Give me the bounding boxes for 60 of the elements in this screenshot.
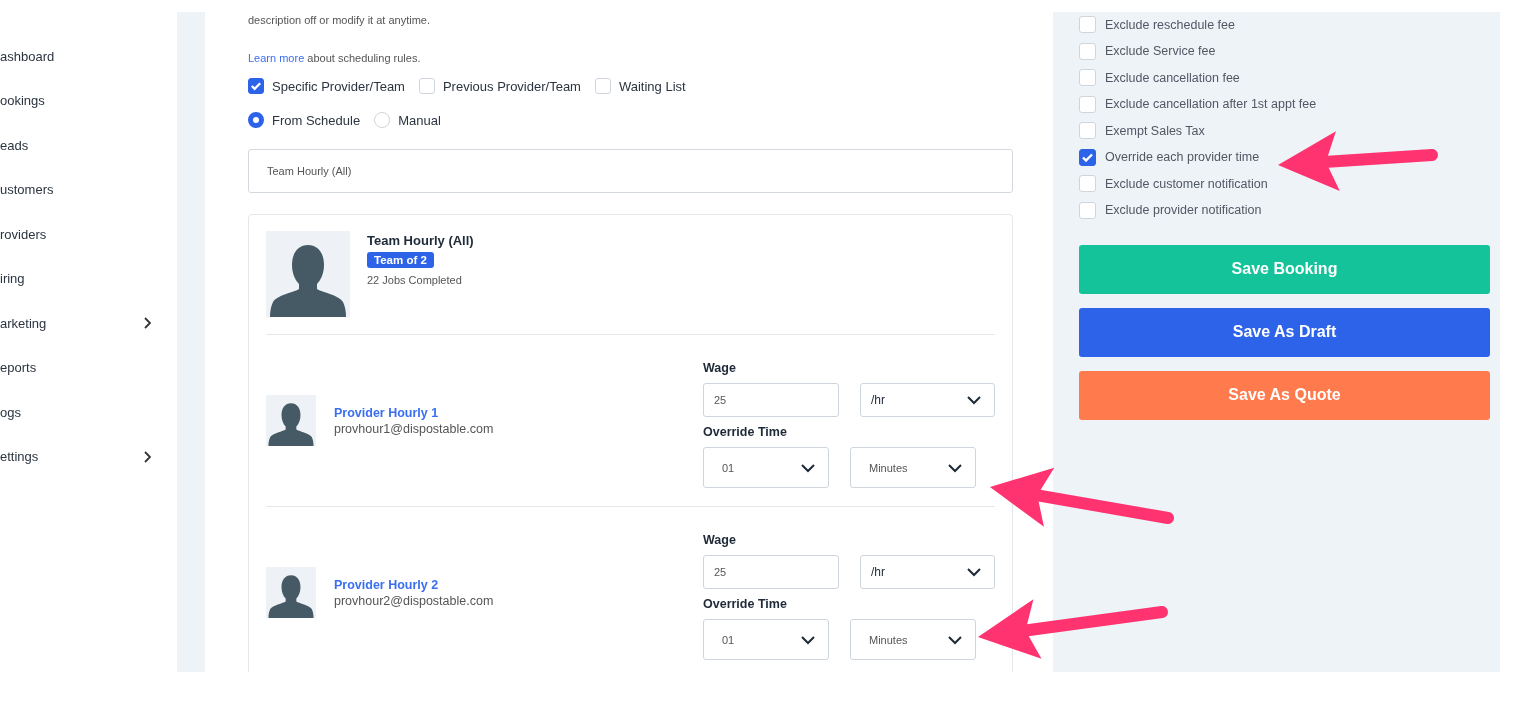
override-time-label: Override Time <box>703 597 788 611</box>
chevron-down-icon <box>800 462 816 473</box>
learn-more-text: about scheduling rules. <box>307 52 421 64</box>
time-unit-dropdown[interactable]: Minutes <box>850 619 976 660</box>
checkbox-label: Exclude Service fee <box>1105 44 1216 58</box>
checkbox-label: Exclude cancellation after 1st appt fee <box>1105 97 1317 111</box>
chevron-down-icon <box>966 395 982 405</box>
nav-item[interactable]: ashboard <box>0 34 177 79</box>
override-time-label: Override Time <box>703 425 788 439</box>
wage-unit-dropdown[interactable]: /hr <box>860 555 995 589</box>
wage-label: Wage <box>703 361 737 375</box>
time-dropdown[interactable]: 01 <box>703 619 829 660</box>
checkbox-label: Exclude customer notification <box>1105 176 1268 191</box>
chevron-down-icon <box>800 634 816 645</box>
action-button[interactable]: Save As Draft <box>1079 307 1490 357</box>
chevron-down-icon <box>947 462 963 473</box>
checkbox-label: Exclude cancellation fee <box>1105 70 1240 85</box>
provider-name-link[interactable]: Provider Hourly 1 <box>334 405 494 420</box>
chevron-right-icon[interactable] <box>143 450 151 463</box>
time-dropdown[interactable]: 01 <box>703 447 829 488</box>
wage-label: Wage <box>703 533 737 547</box>
checkbox-label: Exempt Sales Tax <box>1105 123 1205 138</box>
checkbox[interactable] <box>1079 148 1096 166</box>
wage-unit-dropdown[interactable]: /hr <box>860 383 995 417</box>
avatar-placeholder <box>266 395 316 446</box>
nav-item[interactable]: eads <box>0 123 177 168</box>
description-text: description off or modify it at anytime. <box>248 14 431 26</box>
radio-label: Manual <box>398 112 441 128</box>
nav-item[interactable]: roviders <box>0 212 177 257</box>
chevron-down-icon <box>966 567 982 577</box>
nav-item[interactable]: arketing <box>0 301 177 346</box>
nav-item[interactable]: ogs <box>0 390 177 435</box>
provider-name-link[interactable]: Provider Hourly 2 <box>334 577 494 592</box>
nav-item[interactable]: ettings <box>0 434 177 479</box>
nav-item[interactable]: ookings <box>0 78 177 123</box>
team-badge: Team of 2 <box>367 252 434 268</box>
radio-label: From Schedule <box>272 112 361 128</box>
wage-input[interactable]: 25 <box>703 555 839 589</box>
checkbox[interactable] <box>248 78 264 94</box>
nav-item[interactable]: iring <box>0 256 177 301</box>
chevron-right-icon[interactable] <box>143 317 151 330</box>
provider-email: provhour1@dispostable.com <box>334 421 494 436</box>
team-name: Team Hourly (All) <box>367 233 474 248</box>
nav-item[interactable]: ustomers <box>0 167 177 212</box>
nav-item[interactable]: eports <box>0 345 177 390</box>
checkbox-label: Override each provider time <box>1105 150 1260 164</box>
checkbox-label: Exclude provider notification <box>1105 203 1262 217</box>
checkbox-label: Previous Provider/Team <box>442 78 581 94</box>
wage-input[interactable]: 25 <box>703 383 839 417</box>
checkbox-label: Waiting List <box>618 78 686 94</box>
learn-more-link[interactable]: Learn more <box>248 52 305 64</box>
radio-button[interactable] <box>248 112 264 128</box>
avatar-placeholder <box>266 567 316 618</box>
checkbox-label: Exclude reschedule fee <box>1105 17 1235 32</box>
provider-select-field[interactable]: Team Hourly (All) <box>248 149 1013 193</box>
provider-email: provhour2@dispostable.com <box>334 593 494 608</box>
jobs-completed-text: 22 Jobs Completed <box>367 274 463 286</box>
checkbox-label: Specific Provider/Team <box>272 78 405 94</box>
time-unit-dropdown[interactable]: Minutes <box>850 447 976 488</box>
chevron-down-icon <box>947 634 963 645</box>
